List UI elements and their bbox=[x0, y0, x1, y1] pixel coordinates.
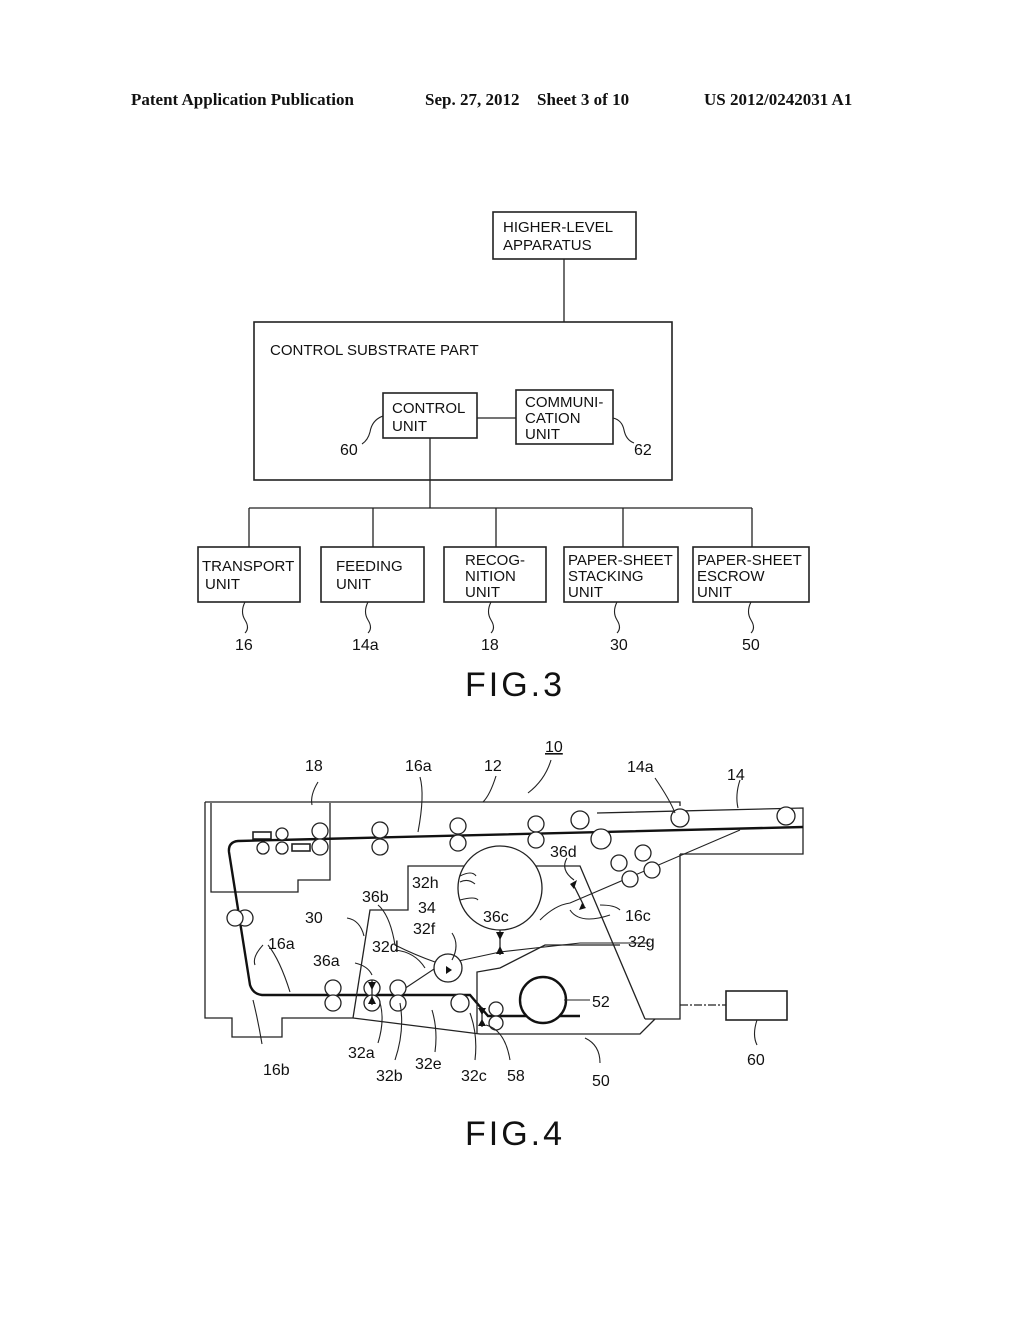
label-16a-top: 16a bbox=[405, 758, 432, 775]
ref-16: 16 bbox=[235, 637, 253, 654]
label-16c: 16c bbox=[625, 908, 651, 925]
escrow-unit-line3: UNIT bbox=[697, 584, 732, 601]
stacking-unit-line3: UNIT bbox=[568, 584, 603, 601]
label-36a: 36a bbox=[313, 953, 340, 970]
controller-box-60 bbox=[725, 990, 788, 1021]
ref-30: 30 bbox=[610, 637, 628, 654]
label-32f: 32f bbox=[413, 921, 436, 938]
label-36c: 36c bbox=[483, 909, 509, 926]
fig3-caption: FIG.3 bbox=[465, 666, 565, 704]
drum-52 bbox=[518, 975, 568, 1025]
fig4-caption: FIG.4 bbox=[465, 1115, 565, 1153]
higher-level-line1: HIGHER-LEVEL bbox=[503, 219, 613, 236]
ref-18: 18 bbox=[481, 637, 499, 654]
ref-14a: 14a bbox=[352, 637, 379, 654]
leader-16 bbox=[241, 601, 249, 634]
label-32g: 32g bbox=[628, 934, 655, 951]
label-16a-left: 16a bbox=[268, 936, 295, 953]
transport-unit-line1: TRANSPORT bbox=[202, 558, 294, 575]
ref-60: 60 bbox=[340, 442, 358, 459]
label-36b: 36b bbox=[362, 889, 389, 906]
control-unit-line1: CONTROL bbox=[392, 400, 465, 417]
label-32c: 32c bbox=[461, 1068, 487, 1085]
housing-top-edge bbox=[205, 801, 681, 806]
control-unit-line2: UNIT bbox=[392, 418, 427, 435]
leader-30 bbox=[613, 601, 621, 634]
higher-level-line2: APPARATUS bbox=[503, 237, 592, 254]
label-58: 58 bbox=[507, 1068, 525, 1085]
label-16b: 16b bbox=[263, 1062, 290, 1079]
stacking-unit-line1: PAPER-SHEET bbox=[568, 552, 673, 569]
label-18: 18 bbox=[305, 758, 323, 775]
label-36d: 36d bbox=[550, 844, 577, 861]
label-52: 52 bbox=[592, 994, 610, 1011]
label-14: 14 bbox=[727, 767, 745, 784]
escrow-unit-line2: ESCROW bbox=[697, 568, 765, 585]
stacking-unit-line2: STACKING bbox=[568, 568, 644, 585]
label-50: 50 bbox=[592, 1073, 610, 1090]
fig3-block-diagram: HIGHER-LEVEL APPARATUS CONTROL SUBSTRATE… bbox=[197, 211, 810, 704]
leader-18 bbox=[487, 601, 495, 634]
sensor-upper bbox=[252, 831, 272, 840]
label-32h: 32h bbox=[412, 875, 439, 892]
label-12: 12 bbox=[484, 758, 502, 775]
feeding-unit-line2: UNIT bbox=[336, 576, 371, 593]
fig4-mechanism-diagram: 10 18 16a 12 14a 14 36d 32h 36b 34 36c 1… bbox=[204, 739, 804, 1153]
label-32a: 32a bbox=[348, 1045, 375, 1062]
figure-canvas: HIGHER-LEVEL APPARATUS CONTROL SUBSTRATE… bbox=[197, 211, 810, 1153]
recognition-unit-line3: UNIT bbox=[465, 584, 500, 601]
recognition-unit-line2: NITION bbox=[465, 568, 516, 585]
ref-50: 50 bbox=[742, 637, 760, 654]
label-34: 34 bbox=[418, 900, 436, 917]
comm-unit-line2: CATION bbox=[525, 410, 581, 427]
label-10: 10 bbox=[545, 739, 563, 756]
label-30: 30 bbox=[305, 910, 323, 927]
ref-62: 62 bbox=[634, 442, 652, 459]
recognition-unit-line1: RECOG- bbox=[465, 552, 525, 569]
label-14a: 14a bbox=[627, 759, 654, 776]
transport-unit-line2: UNIT bbox=[205, 576, 240, 593]
control-substrate-label: CONTROL SUBSTRATE PART bbox=[270, 342, 479, 359]
escrow-unit-line1: PAPER-SHEET bbox=[697, 552, 802, 569]
feeding-unit-line1: FEEDING bbox=[336, 558, 403, 575]
label-32d: 32d bbox=[372, 939, 399, 956]
leader-50 bbox=[747, 601, 755, 634]
leader-14a bbox=[364, 601, 372, 634]
stacking-unit-base bbox=[352, 1017, 656, 1035]
comm-unit-line1: COMMUNI- bbox=[525, 394, 603, 411]
label-60: 60 bbox=[747, 1052, 765, 1069]
sensor-lower bbox=[291, 843, 311, 852]
label-32e: 32e bbox=[415, 1056, 442, 1073]
comm-unit-line3: UNIT bbox=[525, 426, 560, 443]
label-32b: 32b bbox=[376, 1068, 403, 1085]
